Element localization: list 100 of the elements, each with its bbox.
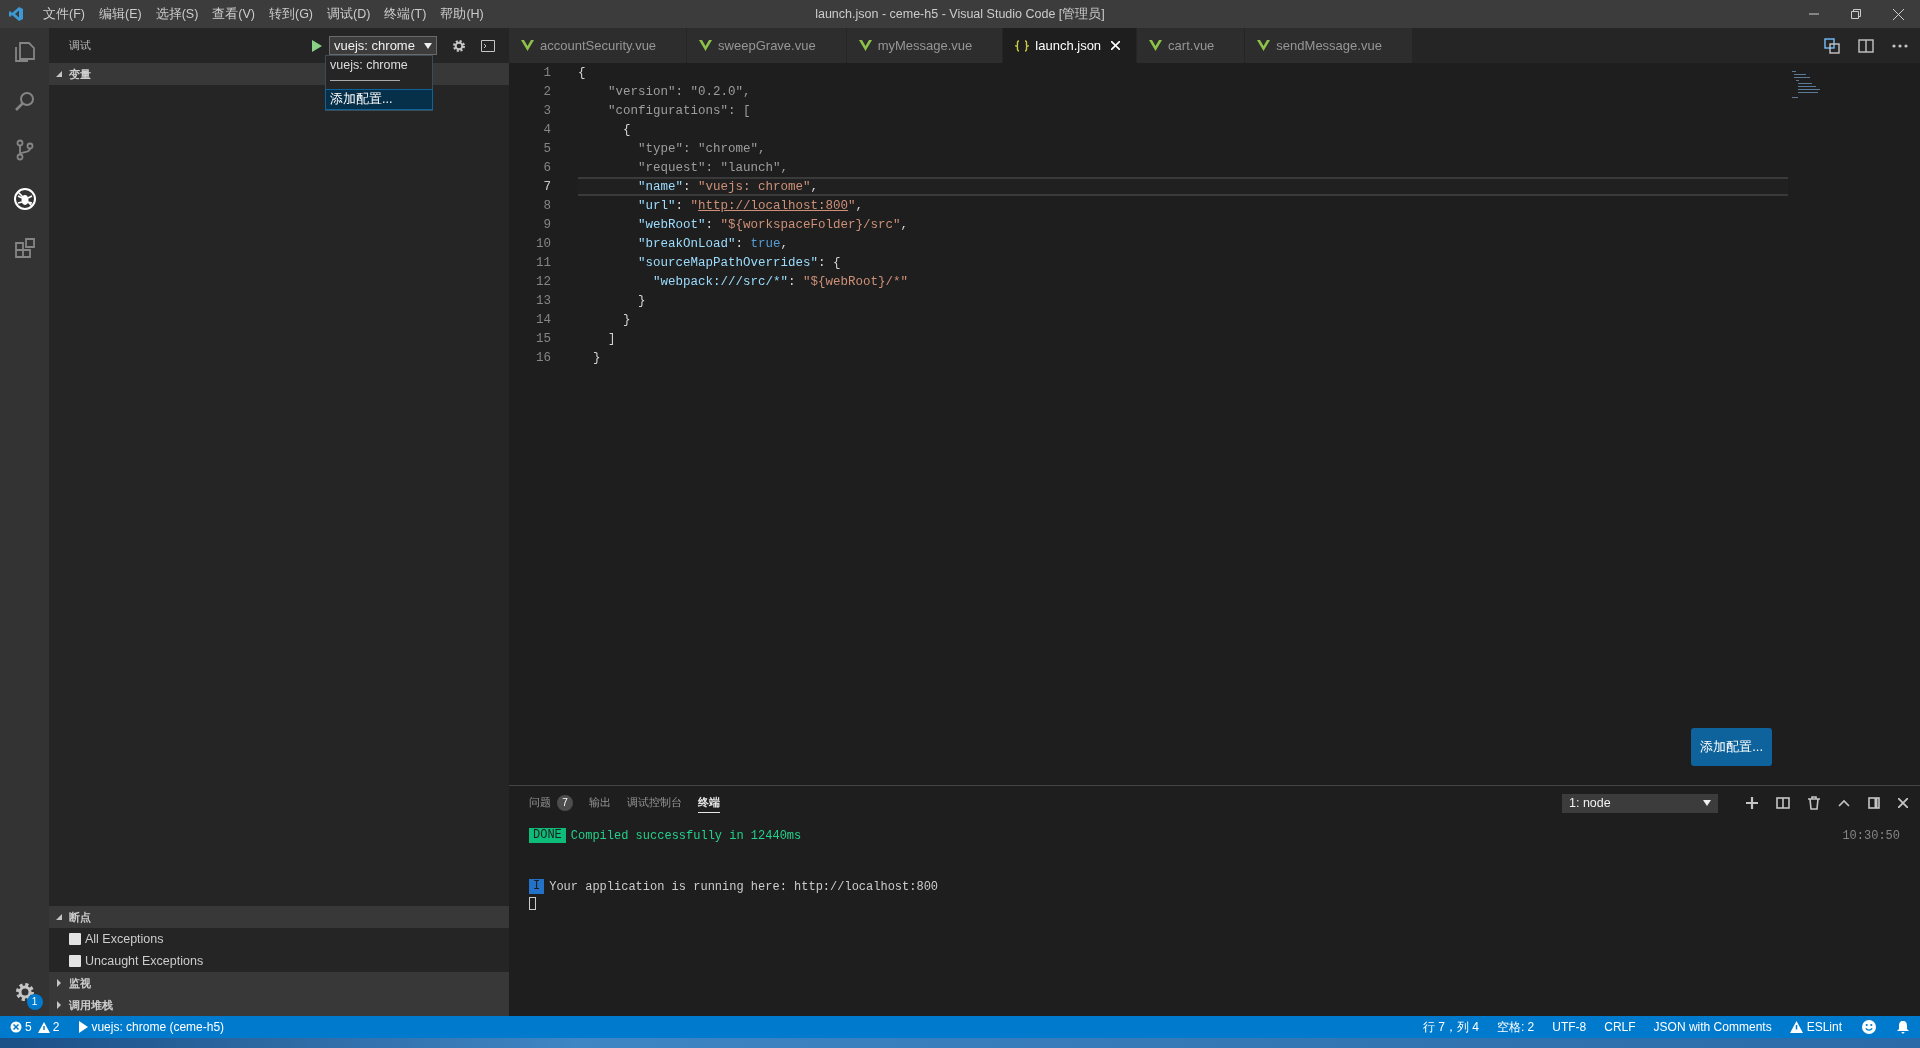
code-text: "type": "chrome", bbox=[637, 141, 766, 156]
vue-file-icon bbox=[1149, 40, 1163, 51]
status-item[interactable]: CRLF bbox=[1604, 1020, 1636, 1034]
compare-icon[interactable] bbox=[1824, 37, 1840, 54]
menu-item[interactable]: 终端(T) bbox=[377, 5, 434, 23]
files-icon[interactable] bbox=[12, 40, 37, 64]
code-text: , bbox=[810, 179, 819, 194]
editor-tab[interactable]: accountSecurity.vue bbox=[509, 28, 688, 63]
code-text: "webRoot" bbox=[637, 217, 706, 232]
line-number: 6 bbox=[542, 160, 551, 175]
code-text: } bbox=[637, 293, 646, 308]
section-header[interactable]: 监视 bbox=[49, 972, 509, 994]
editor-tab[interactable]: sendMessage.vue bbox=[1245, 28, 1413, 63]
code-text: true bbox=[750, 236, 781, 251]
extensions-icon[interactable] bbox=[12, 236, 37, 260]
line-number: 2 bbox=[542, 84, 551, 99]
section-header[interactable]: 调用堆栈 bbox=[49, 994, 509, 1016]
line-number: 7 bbox=[542, 179, 551, 194]
add-configuration-button[interactable]: 添加配置... bbox=[1691, 728, 1772, 766]
console-icon[interactable] bbox=[481, 39, 495, 52]
line-number: 3 bbox=[542, 103, 551, 118]
code-text: "vuejs: chrome" bbox=[698, 179, 811, 194]
configuration-select[interactable]: vuejs: chrome bbox=[329, 36, 437, 55]
terminal-select[interactable]: 1: node bbox=[1562, 793, 1718, 813]
maximize-icon[interactable] bbox=[1868, 797, 1880, 809]
expand-icon[interactable] bbox=[55, 1001, 63, 1009]
caret-icon bbox=[424, 42, 432, 49]
play-icon bbox=[79, 1021, 89, 1033]
panel-tab[interactable]: 输出 bbox=[589, 793, 611, 813]
menu-item[interactable]: 编辑(E) bbox=[91, 5, 149, 23]
notification-badge: 1 bbox=[26, 994, 43, 1010]
collapse-icon[interactable] bbox=[55, 70, 63, 78]
panel-tab[interactable]: 终端 bbox=[698, 793, 720, 813]
code-text: "version": "0.2.0", bbox=[607, 84, 751, 99]
split-terminal-icon[interactable] bbox=[1776, 797, 1790, 809]
menu-item[interactable]: 转到(G) bbox=[262, 5, 321, 23]
code-text: "url" bbox=[637, 198, 676, 213]
collapse-icon[interactable] bbox=[55, 913, 63, 921]
code-text: "sourceMapPathOverrides" bbox=[637, 255, 819, 270]
menu-item[interactable]: 查看(V) bbox=[205, 5, 262, 23]
section-header[interactable]: 断点 bbox=[49, 906, 509, 928]
line-number: 4 bbox=[542, 122, 551, 137]
bell-icon[interactable] bbox=[1896, 1020, 1910, 1034]
timestamp: 10:30:50 bbox=[1842, 828, 1900, 843]
status-item[interactable]: JSON with Comments bbox=[1653, 1020, 1772, 1034]
menu-item[interactable]: 调试(D) bbox=[320, 5, 378, 23]
editor-tab[interactable]: cart.vue bbox=[1137, 28, 1246, 63]
panel-tab[interactable]: 问题 7 bbox=[529, 793, 573, 813]
plus-icon[interactable] bbox=[1746, 797, 1758, 809]
code-text: : bbox=[683, 179, 692, 194]
terminal-cursor bbox=[529, 897, 536, 910]
braces-icon bbox=[1015, 39, 1030, 52]
eslint-status[interactable]: ESLint bbox=[1789, 1020, 1842, 1034]
split-editor-icon[interactable] bbox=[1858, 38, 1874, 53]
vue-file-icon bbox=[521, 40, 534, 51]
terminal-text: Your application is running here: http://localhost:800 bbox=[549, 879, 939, 894]
line-number: 9 bbox=[542, 217, 551, 232]
status-item[interactable]: UTF-8 bbox=[1552, 1020, 1587, 1034]
trash-icon[interactable] bbox=[1808, 796, 1820, 810]
menu-item[interactable]: 帮助(H) bbox=[433, 5, 491, 23]
expand-icon[interactable] bbox=[55, 979, 63, 987]
menu-item[interactable]: 文件(F) bbox=[36, 5, 92, 23]
close-icon[interactable] bbox=[1898, 798, 1908, 808]
editor-tab[interactable]: myMessage.vue bbox=[846, 28, 1004, 63]
line-number: 15 bbox=[535, 331, 551, 346]
smiley-icon[interactable] bbox=[1862, 1020, 1876, 1034]
vue-file-icon bbox=[699, 40, 713, 51]
problems-indicator[interactable]: 5 2 bbox=[10, 1020, 66, 1034]
panel-title: 调试 bbox=[69, 38, 92, 53]
code-link[interactable]: http://localhost:800 bbox=[698, 198, 849, 213]
line-number: 12 bbox=[535, 274, 551, 289]
more-icon[interactable] bbox=[1892, 43, 1908, 48]
editor-tab[interactable]: launch.json bbox=[1003, 28, 1138, 63]
checkbox[interactable] bbox=[69, 955, 81, 967]
code-text: { bbox=[622, 122, 631, 137]
code-text: { bbox=[578, 65, 586, 80]
line-number: 14 bbox=[535, 312, 551, 327]
line-number: 10 bbox=[535, 236, 551, 251]
settings-icon[interactable] bbox=[451, 37, 467, 54]
debug-target[interactable]: vuejs: chrome (ceme-h5) bbox=[79, 1020, 231, 1034]
code-text: : { bbox=[818, 255, 841, 270]
chevron-up-icon[interactable] bbox=[1838, 799, 1850, 807]
editor-tab[interactable]: sweepGrave.vue bbox=[687, 28, 847, 63]
panel-tab[interactable]: 调试控制台 bbox=[627, 793, 682, 813]
status-badge: DONE bbox=[529, 828, 566, 843]
dropdown-option[interactable]: 添加配置... bbox=[326, 90, 432, 109]
code-text: "breakOnLoad" bbox=[637, 236, 736, 251]
debug-icon[interactable] bbox=[12, 187, 37, 211]
code-text: } bbox=[622, 312, 631, 327]
line-number: 16 bbox=[535, 350, 551, 365]
code-text: } bbox=[592, 350, 601, 365]
status-item[interactable]: 空格: 2 bbox=[1496, 1018, 1535, 1036]
code-text: " bbox=[690, 198, 699, 213]
vue-file-icon bbox=[1257, 40, 1271, 51]
status-item[interactable]: 行 7，列 4 bbox=[1422, 1018, 1479, 1036]
checkbox[interactable] bbox=[69, 933, 81, 945]
menu-item[interactable]: 选择(S) bbox=[148, 5, 206, 23]
start-debugging-icon[interactable] bbox=[311, 38, 323, 53]
breakpoint-label: All Exceptions bbox=[84, 932, 164, 946]
warning-icon bbox=[37, 1021, 50, 1033]
